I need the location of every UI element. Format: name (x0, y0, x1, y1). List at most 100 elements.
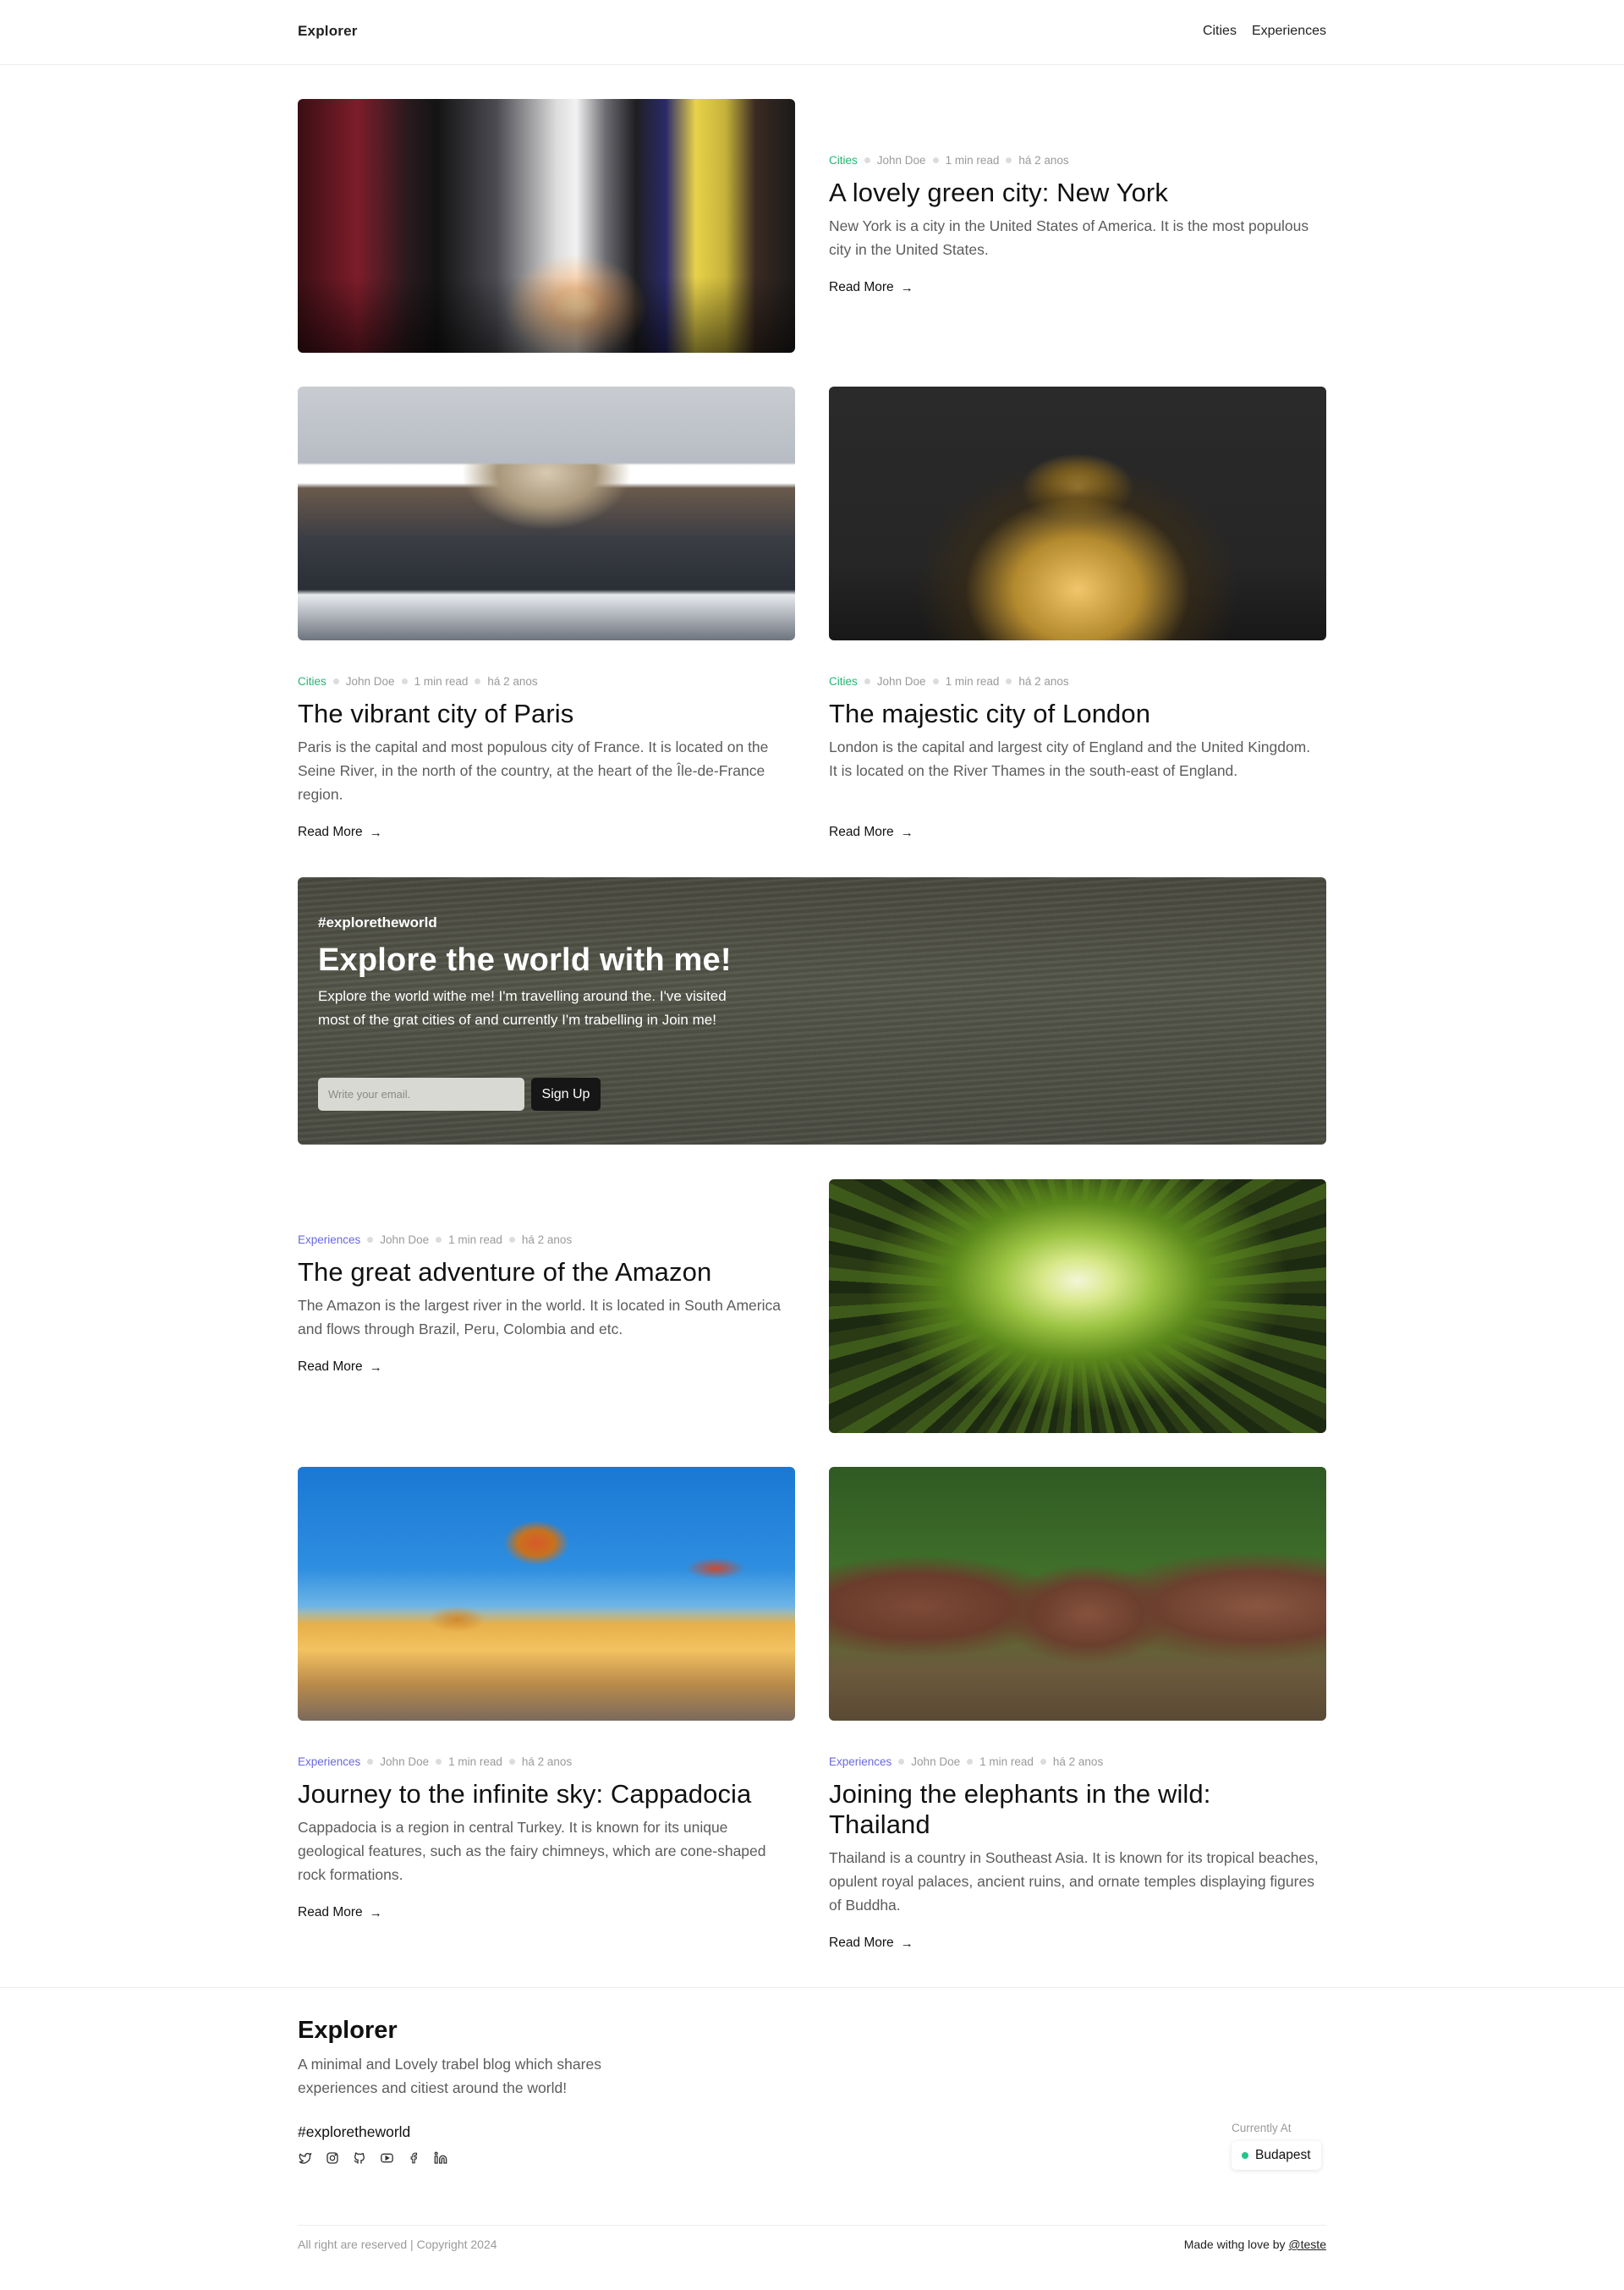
author: John Doe (380, 1233, 430, 1246)
post-image-london[interactable] (829, 387, 1326, 640)
separator-dot (367, 1759, 374, 1765)
post-date: há 2 anos (521, 1755, 573, 1768)
post-meta: Experiences John Doe 1 min read há 2 ano… (298, 1755, 572, 1768)
twitter-icon[interactable] (298, 2150, 313, 2166)
post-meta: Experiences John Doe 1 min read há 2 ano… (829, 1755, 1103, 1768)
post-image-amazon[interactable] (829, 1179, 1326, 1433)
read-more-link[interactable]: Read More → (829, 280, 914, 295)
nav-cities[interactable]: Cities (1203, 24, 1237, 39)
made-with-text: Made withg love by (1183, 2238, 1289, 2251)
arrow-right-icon: → (369, 1359, 382, 1375)
author-link[interactable]: @teste (1288, 2238, 1326, 2251)
linkedin-icon[interactable] (433, 2150, 448, 2166)
separator-dot (967, 1759, 974, 1765)
banner-description: Explore the world withe me! I'm travelli… (318, 988, 727, 1028)
post-date: há 2 anos (1018, 675, 1069, 688)
post-image-cappadocia[interactable] (298, 1467, 795, 1721)
post-date: há 2 anos (521, 1233, 573, 1246)
arrow-right-icon: → (900, 1936, 914, 1951)
separator-dot (932, 678, 939, 684)
read-time: 1 min read (945, 154, 1000, 167)
footer-hashtag: #exploretheworld (298, 2123, 411, 2140)
post-description: London is the capital and largest city o… (829, 739, 1311, 779)
post-title[interactable]: Journey to the infinite sky: Cappadocia (298, 1779, 795, 1809)
separator-dot (508, 1237, 515, 1243)
separator-dot (1040, 1759, 1046, 1765)
post-image-paris[interactable] (298, 387, 795, 640)
author: John Doe (876, 154, 926, 167)
post-title[interactable]: The great adventure of the Amazon (298, 1257, 795, 1288)
top-header: Explorer Cities Experiences (0, 0, 1624, 65)
read-time: 1 min read (448, 1755, 502, 1768)
main-nav: Cities Experiences (1203, 24, 1326, 39)
currently-at-label: Currently At (1232, 2122, 1292, 2134)
read-more-label: Read More (298, 1359, 363, 1374)
post-description: The Amazon is the largest river in the w… (298, 1297, 781, 1337)
status-dot-icon (1242, 2152, 1248, 2159)
post-date: há 2 anos (1018, 154, 1069, 167)
author: John Doe (911, 1755, 961, 1768)
read-more-link[interactable]: Read More → (829, 1936, 914, 1951)
read-more-link[interactable]: Read More → (298, 825, 382, 840)
category-badge[interactable]: Experiences (298, 1233, 360, 1246)
post-description: Paris is the capital and most populous c… (298, 739, 769, 803)
separator-dot (932, 157, 939, 163)
post-title[interactable]: A lovely green city: New York (829, 178, 1326, 208)
read-more-link[interactable]: Read More → (298, 1905, 382, 1920)
read-more-label: Read More (829, 825, 894, 839)
banner-tag: #exploretheworld (318, 914, 437, 931)
read-more-label: Read More (298, 1905, 363, 1919)
facebook-icon[interactable] (406, 2150, 421, 2166)
post-title[interactable]: The majestic city of London (829, 699, 1326, 729)
sign-up-button[interactable]: Sign Up (531, 1078, 601, 1111)
author: John Doe (380, 1755, 430, 1768)
email-input[interactable] (318, 1078, 524, 1111)
footer-divider (0, 1987, 1624, 1988)
separator-dot (332, 678, 339, 684)
read-time: 1 min read (945, 675, 1000, 688)
footer-brand[interactable]: Explorer (298, 2017, 398, 2045)
footer-description: A minimal and Lovely trabel blog which s… (298, 2056, 601, 2096)
category-badge[interactable]: Cities (829, 154, 858, 167)
arrow-right-icon: → (900, 825, 914, 840)
brand-logo[interactable]: Explorer (298, 23, 358, 40)
category-badge[interactable]: Cities (829, 675, 858, 688)
post-image-new-york[interactable] (298, 99, 795, 353)
nav-experiences[interactable]: Experiences (1252, 24, 1326, 39)
separator-dot (436, 1237, 442, 1243)
separator-dot (864, 157, 870, 163)
post-title[interactable]: Joining the elephants in the wild: Thail… (829, 1779, 1286, 1840)
github-icon[interactable] (352, 2150, 367, 2166)
read-more-link[interactable]: Read More → (829, 825, 914, 840)
category-badge[interactable]: Cities (298, 675, 326, 688)
read-more-label: Read More (298, 825, 363, 839)
read-more-link[interactable]: Read More → (298, 1359, 382, 1375)
arrow-right-icon: → (900, 280, 914, 295)
instagram-icon[interactable] (325, 2150, 340, 2166)
post-title[interactable]: The vibrant city of Paris (298, 699, 795, 729)
post-image-thailand[interactable] (829, 1467, 1326, 1721)
banner-title: Explore the world with me! (318, 942, 732, 978)
separator-dot (401, 678, 408, 684)
post-meta: Cities John Doe 1 min read há 2 anos (298, 675, 538, 688)
post-description: Cappadocia is a region in central Turkey… (298, 1819, 766, 1883)
arrow-right-icon: → (369, 825, 382, 840)
author: John Doe (876, 675, 926, 688)
copyright-text: All right are reserved | Copyright 2024 (298, 2238, 497, 2251)
read-more-label: Read More (829, 1936, 894, 1950)
post-description: New York is a city in the United States … (829, 217, 1309, 258)
post-date: há 2 anos (1052, 1755, 1104, 1768)
arrow-right-icon: → (369, 1905, 382, 1920)
separator-dot (508, 1759, 515, 1765)
category-badge[interactable]: Experiences (829, 1755, 892, 1768)
separator-dot (475, 678, 481, 684)
youtube-icon[interactable] (379, 2150, 394, 2166)
category-badge[interactable]: Experiences (298, 1755, 360, 1768)
separator-dot (1006, 678, 1012, 684)
separator-dot (436, 1759, 442, 1765)
footer-bottom-divider (298, 2225, 1326, 2226)
location-name: Budapest (1255, 2148, 1311, 2162)
separator-dot (864, 678, 870, 684)
read-time: 1 min read (414, 675, 469, 688)
social-links (298, 2150, 448, 2166)
